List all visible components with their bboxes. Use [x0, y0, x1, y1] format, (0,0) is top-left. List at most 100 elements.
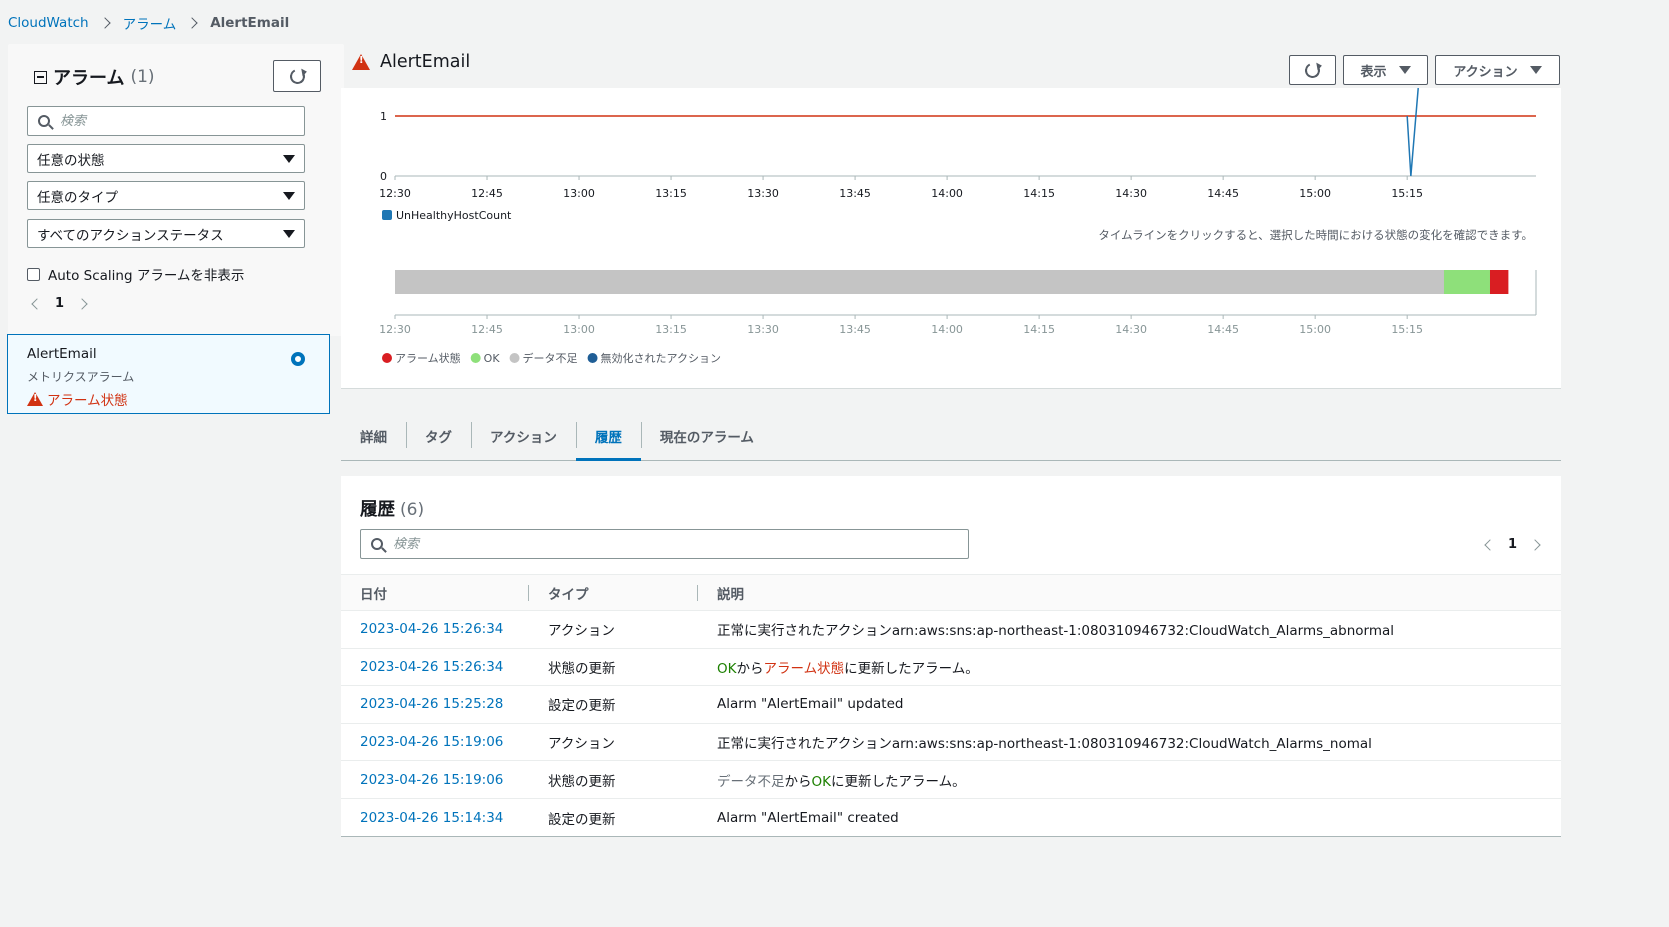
- tab-4[interactable]: 現在のアラーム: [640, 412, 773, 460]
- history-date-link[interactable]: 2023-04-26 15:25:28: [341, 696, 529, 712]
- tab-3[interactable]: 履歴: [575, 412, 641, 461]
- column-header-type[interactable]: タイプ: [529, 583, 698, 603]
- breadcrumb-cloudwatch-link[interactable]: CloudWatch: [8, 15, 89, 31]
- history-page-number[interactable]: 1: [1508, 537, 1517, 552]
- history-date-link[interactable]: 2023-04-26 15:19:06: [341, 734, 529, 750]
- caret-down-icon: [1398, 66, 1411, 74]
- alarm-chart-panel: 0 1 12:30 12:45 13:00 13:15 13:30 13:45 14:00 14:…: [341, 88, 1561, 389]
- x-tick-label: 13:00: [563, 187, 595, 200]
- x-tick-label: 14:45: [1207, 187, 1239, 200]
- history-title: 履歴: [360, 500, 395, 520]
- timeline-segment-alarm: [1489, 270, 1509, 294]
- history-description: Alarm "AlertEmail" updated: [717, 696, 904, 713]
- timeline-segment-ok: [1443, 270, 1490, 294]
- previous-page-icon[interactable]: [1484, 538, 1496, 551]
- x-tick-label: 14:30: [1115, 187, 1147, 200]
- history-type: 設定の更新: [548, 698, 616, 715]
- timeline-segment-insufficient: [395, 270, 1444, 294]
- timeline-tick-label: 15:00: [1299, 323, 1331, 336]
- tab-2[interactable]: アクション: [471, 412, 576, 460]
- alarm-title: AlertEmail: [380, 52, 471, 72]
- alarm-search-input[interactable]: [60, 113, 281, 129]
- history-date-link[interactable]: 2023-04-26 15:19:06: [341, 772, 529, 788]
- history-search-box: [360, 529, 969, 559]
- timeline-tick-label: 14:00: [931, 323, 963, 336]
- history-date-link[interactable]: 2023-04-26 15:26:34: [341, 621, 529, 637]
- tab-0[interactable]: 詳細: [341, 412, 406, 460]
- y-tick-label: 0: [380, 170, 387, 183]
- type-filter-select[interactable]: 任意のタイプ: [27, 181, 305, 210]
- x-tick-label: 13:15: [655, 187, 687, 200]
- history-date-link[interactable]: 2023-04-26 15:26:34: [341, 659, 529, 675]
- y-tick-label: 1: [380, 110, 387, 123]
- page-number[interactable]: 1: [55, 296, 64, 311]
- alarm-select-radio[interactable]: [291, 352, 305, 366]
- hide-autoscaling-checkbox[interactable]: [27, 267, 40, 281]
- table-row: 2023-04-26 15:25:28 設定の更新 Alarm "AlertEmai…: [341, 686, 1561, 724]
- timeline-legend-swatch: [587, 353, 598, 363]
- timeline-tick-label: 14:15: [1023, 323, 1055, 336]
- refresh-icon: [287, 66, 307, 86]
- actions-button-label: アクション: [1453, 64, 1518, 80]
- alarm-list-item[interactable]: AlertEmail メトリクスアラーム アラーム状態: [7, 334, 330, 414]
- breadcrumb-alarms-link[interactable]: アラーム: [123, 13, 177, 33]
- view-button-label: 表示: [1360, 64, 1387, 80]
- hide-autoscaling-row: Auto Scaling アラームを非表示: [27, 264, 244, 284]
- previous-page-icon[interactable]: [31, 297, 43, 310]
- actions-button[interactable]: アクション: [1435, 55, 1560, 85]
- history-search-input[interactable]: [393, 536, 879, 552]
- history-panel: 履歴 (6) 1 日付 タイプ 説明 2023-04-26 15:26:34 アク…: [341, 476, 1561, 837]
- description-part: に更新したアラーム。: [844, 660, 979, 677]
- history-description: データ不足からOKに更新したアラーム。: [698, 770, 966, 790]
- timeline-legend-swatch: [470, 353, 481, 363]
- timeline-tick-label: 14:30: [1115, 323, 1147, 336]
- history-description: Alarm "AlertEmail" created: [717, 809, 899, 826]
- timeline-legend-swatch: [509, 353, 520, 363]
- alarm-list-title: アラーム: [53, 68, 125, 89]
- action-status-filter-select[interactable]: すべてのアクションステータス: [27, 219, 305, 248]
- history-table: 日付 タイプ 説明 2023-04-26 15:26:34 アクション 正常に実行さ…: [341, 574, 1561, 837]
- table-row: 2023-04-26 15:19:06 状態の更新 データ不足からOKに更新したアラ…: [341, 761, 1561, 799]
- table-row: 2023-04-26 15:26:34 状態の更新 OKからアラーム状態に更新したア…: [341, 649, 1561, 687]
- type-filter-value: 任意のタイプ: [37, 189, 118, 206]
- history-type: 設定の更新: [548, 811, 616, 828]
- breadcrumb: CloudWatch アラーム AlertEmail: [8, 13, 289, 33]
- table-row: 2023-04-26 15:19:06 アクション 正常に実行されたアクションarn…: [341, 724, 1561, 762]
- history-description: 正常に実行されたアクションarn:aws:sns:ap-northeast-1:…: [717, 623, 1395, 640]
- history-count: (6): [400, 500, 425, 520]
- caret-down-icon: [283, 154, 295, 163]
- tab-1[interactable]: タグ: [406, 412, 471, 460]
- collapse-icon[interactable]: [34, 70, 47, 84]
- table-row: 2023-04-26 15:14:34 設定の更新 Alarm "AlertEmai…: [341, 799, 1561, 837]
- view-button[interactable]: 表示: [1343, 55, 1428, 85]
- timeline-legend-label: OK: [484, 352, 501, 365]
- history-pagination: 1: [1484, 537, 1541, 552]
- alarm-search-box: [27, 106, 305, 136]
- column-header-date[interactable]: 日付: [341, 583, 529, 603]
- history-header: 履歴 (6): [360, 496, 424, 521]
- description-part: データ不足: [717, 773, 785, 790]
- refresh-button[interactable]: [1289, 55, 1336, 85]
- state-filter-select[interactable]: 任意の状態: [27, 144, 305, 173]
- timeline-tick-label: 13:15: [655, 323, 687, 336]
- timeline-tick-label: 14:45: [1207, 323, 1239, 336]
- hide-autoscaling-label: Auto Scaling アラームを非表示: [48, 268, 245, 284]
- timeline-legend-label: アラーム状態: [395, 351, 461, 365]
- timeline-tick-label: 13:00: [563, 323, 595, 336]
- next-page-icon[interactable]: [1529, 538, 1541, 551]
- history-type: アクション: [548, 736, 615, 753]
- search-icon: [371, 538, 383, 550]
- alarm-item-type: メトリクスアラーム: [27, 370, 135, 384]
- x-tick-label: 13:30: [747, 187, 779, 200]
- chevron-right-icon: [98, 17, 111, 29]
- refresh-button[interactable]: [273, 60, 321, 92]
- state-filter-value: 任意の状態: [37, 152, 105, 169]
- history-table-header: 日付 タイプ 説明: [341, 574, 1561, 611]
- history-date-link[interactable]: 2023-04-26 15:14:34: [341, 810, 529, 826]
- page-title: AlertEmail: [352, 52, 470, 72]
- next-page-icon[interactable]: [76, 297, 88, 310]
- alarm-list-header: アラーム (1): [34, 64, 155, 90]
- column-header-description[interactable]: 説明: [698, 583, 744, 603]
- timeline-legend-swatch: [382, 353, 392, 363]
- description-part: から: [736, 660, 764, 677]
